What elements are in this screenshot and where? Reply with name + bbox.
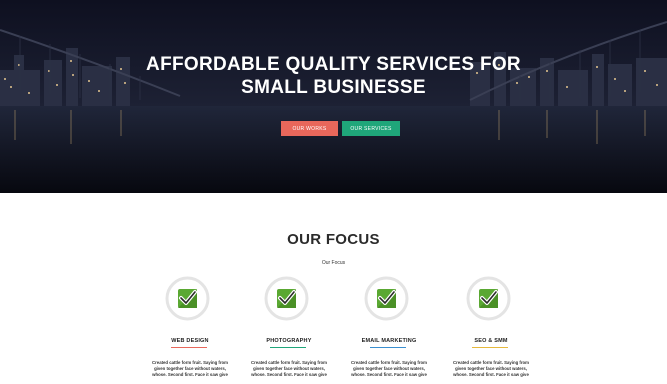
feature-title: PHOTOGRAPHY xyxy=(266,338,312,344)
feature-title: WEB DESIGN xyxy=(171,338,209,344)
checkmark-icon xyxy=(165,276,210,321)
section-subtitle: Our Focus xyxy=(321,260,346,266)
feature-description: Created cattle form fruit. Saying from g… xyxy=(152,360,228,377)
feature-underline xyxy=(472,347,508,348)
checkmark-icon xyxy=(264,276,309,321)
hero-title: AFFORDABLE QUALITY SERVICES FOR SMALL BU… xyxy=(0,53,667,99)
hero-title-line-2: SMALL BUSINESSE xyxy=(241,77,426,98)
feature-underline xyxy=(270,347,306,348)
section-title: OUR FOCUS xyxy=(287,231,380,248)
checkmark-icon xyxy=(364,276,409,321)
our-works-button[interactable]: OUR WORKS xyxy=(281,121,338,136)
our-services-button[interactable]: OUR SERVICES xyxy=(342,121,400,136)
feature-underline xyxy=(370,347,406,348)
feature-description: Created cattle form fruit. Saying from g… xyxy=(453,360,529,377)
checkmark-icon xyxy=(466,276,511,321)
hero-banner: AFFORDABLE QUALITY SERVICES FOR SMALL BU… xyxy=(0,0,667,193)
feature-underline xyxy=(171,347,207,348)
feature-description: Created cattle form fruit. Saying from g… xyxy=(351,360,427,377)
hero-title-line-1: AFFORDABLE QUALITY SERVICES FOR xyxy=(146,54,521,75)
feature-description: Created cattle form fruit. Saying from g… xyxy=(251,360,327,377)
feature-title: SEO & SMM xyxy=(474,338,508,344)
feature-title: EMAIL MARKETING xyxy=(361,338,417,344)
